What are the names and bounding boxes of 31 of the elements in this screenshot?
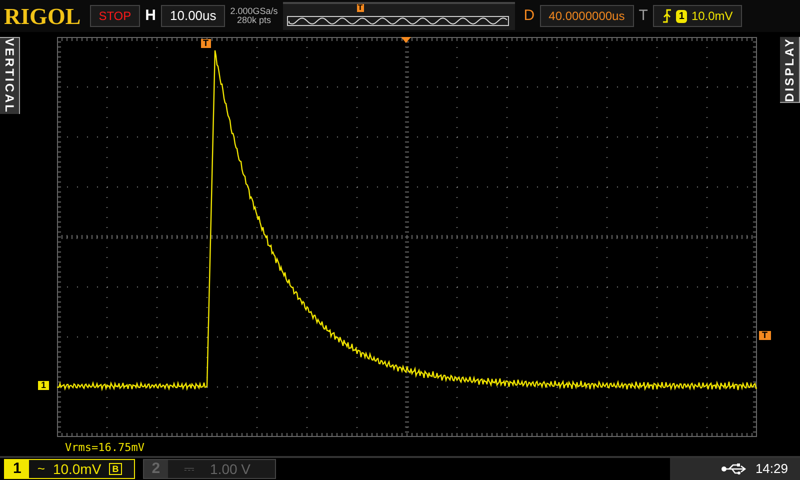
delay-value[interactable]: 40.0000000us [540, 5, 634, 27]
rising-edge-icon [662, 9, 672, 23]
coupling-symbol: ⎓ [184, 460, 194, 478]
delay-label: D [524, 6, 535, 26]
horizontal-label: H [145, 6, 156, 26]
channel-settings[interactable]: 1 ~ 10.0mV B [4, 459, 135, 479]
side-tab[interactable]: VERTICAL [0, 37, 20, 114]
memory-depth: 280k pts [237, 16, 272, 25]
channel-marker[interactable]: 1 [38, 381, 50, 390]
measurement-readout: Vrms=16.75mV [65, 442, 144, 453]
coupling-symbol: ~ [37, 460, 45, 478]
timebase-value[interactable]: 10.00us [161, 5, 226, 27]
usb-icon [721, 463, 748, 475]
trigger-position-marker[interactable]: T [201, 39, 210, 48]
trigger-position-marker: T [356, 4, 364, 12]
channel-scale: 10.0mV [52, 460, 102, 478]
channel-number: 1 [5, 460, 30, 478]
bandwidth-limit-badge: B [109, 463, 122, 475]
trigger-label: T [638, 6, 648, 26]
trigger-level: 10.0mV [691, 8, 733, 25]
clock-time: 14:29 [755, 460, 788, 478]
delay-marker-icon [401, 37, 411, 43]
side-tab[interactable]: DISPLAY [780, 37, 800, 103]
sample-rate: 2.000GSa/s [230, 7, 278, 16]
trigger-level-marker[interactable]: T [759, 331, 770, 340]
channel-scale: 1.00 V [210, 460, 251, 478]
run-status[interactable]: STOP [90, 5, 140, 27]
brand-logo: RIGOL [4, 4, 81, 28]
trigger-settings[interactable]: 1 10.0mV [652, 5, 742, 27]
memory-waveform-icon [286, 16, 509, 26]
trigger-source-badge: 1 [676, 10, 688, 22]
